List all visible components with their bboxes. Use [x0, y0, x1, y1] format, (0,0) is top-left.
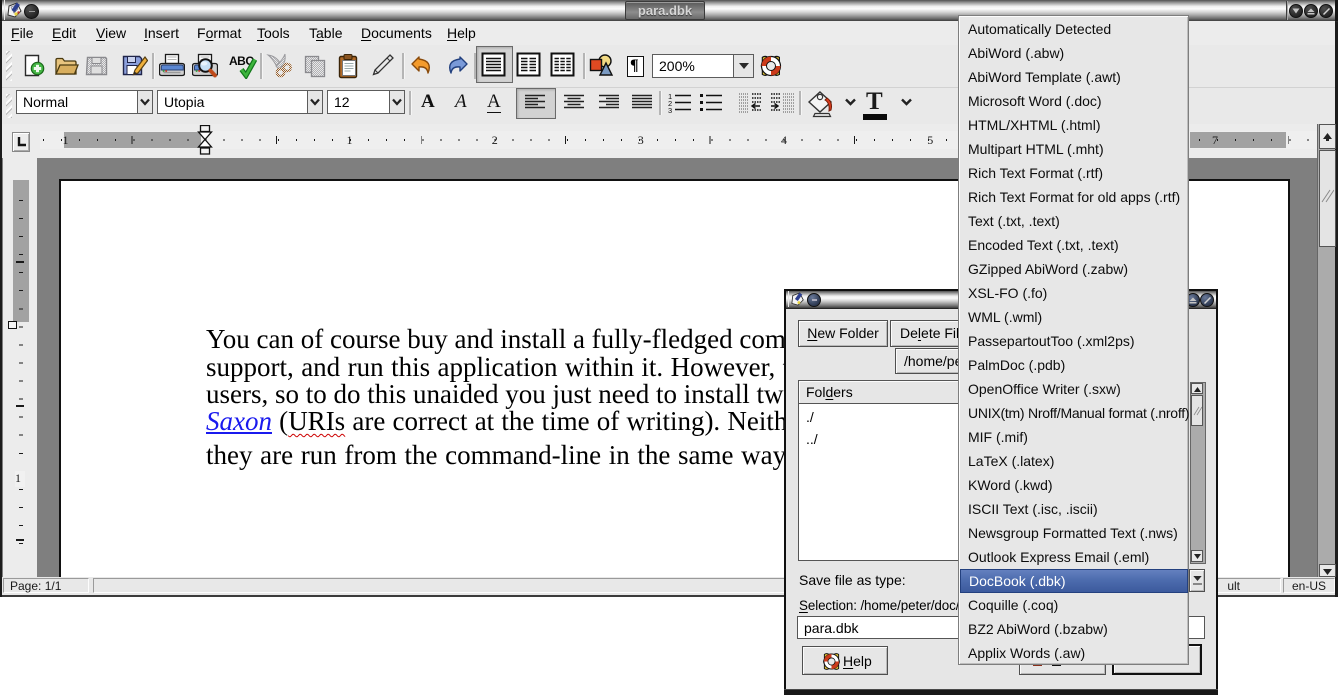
svg-text:3: 3: [668, 106, 672, 114]
